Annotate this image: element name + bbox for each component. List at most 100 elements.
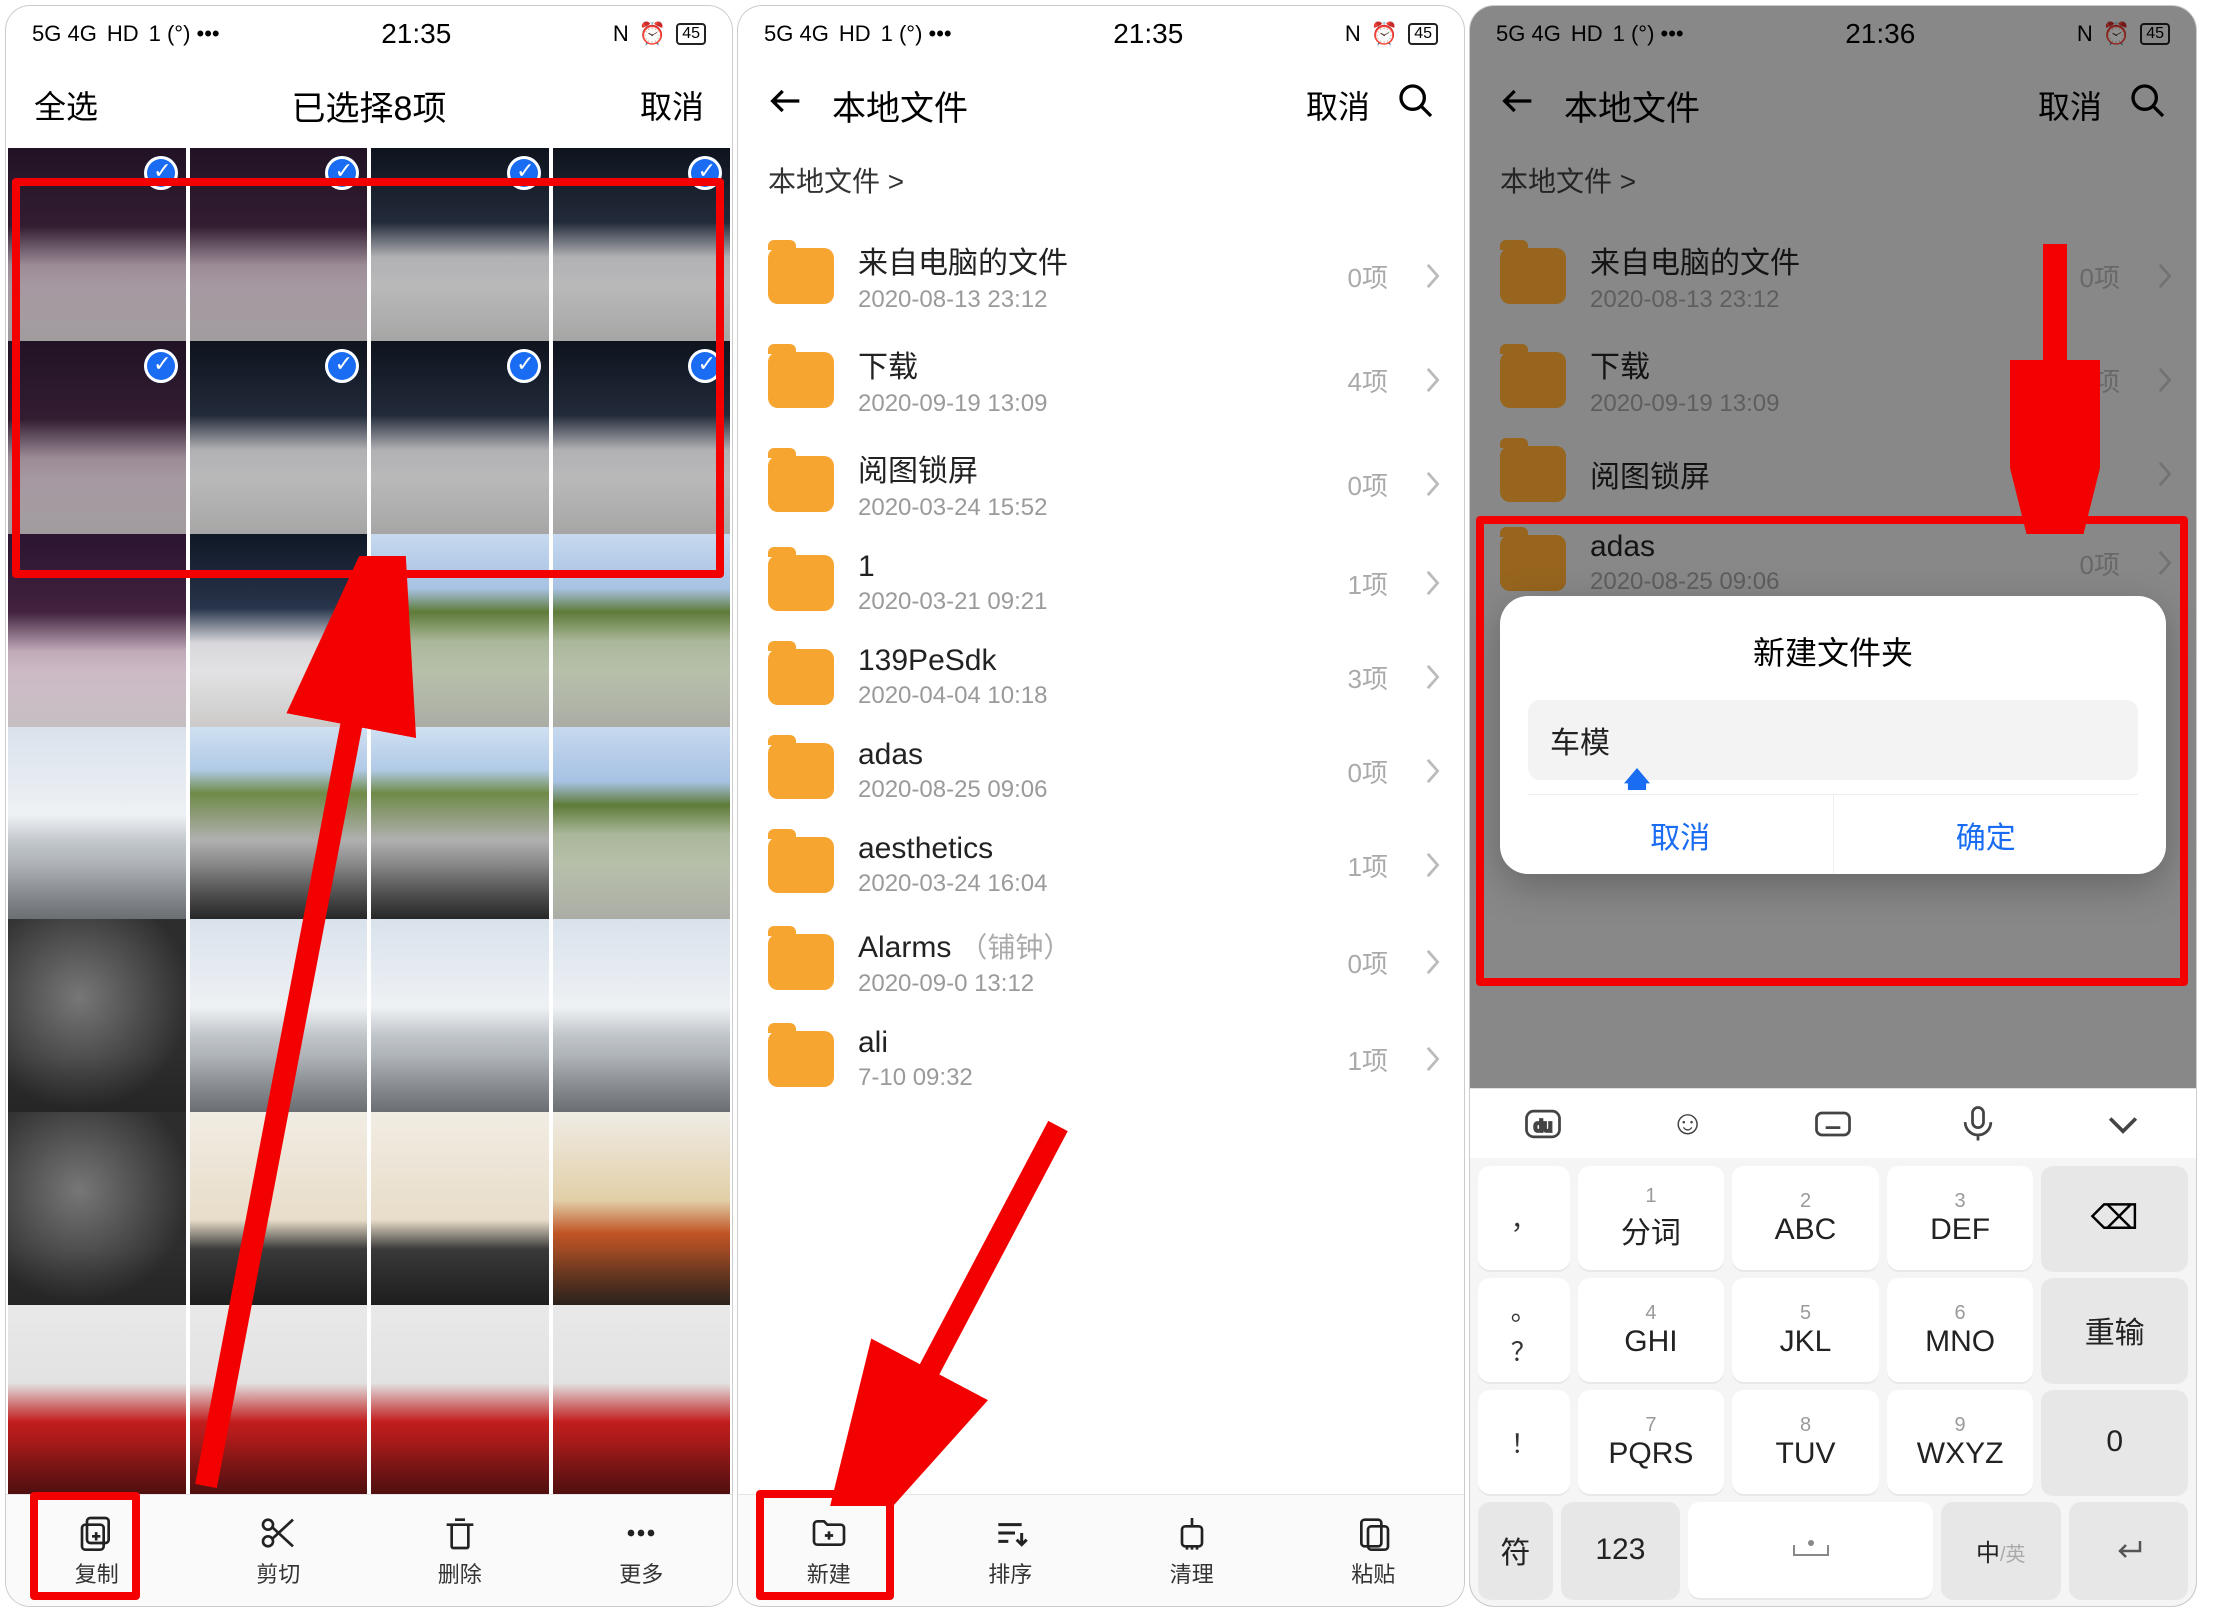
key-t9[interactable]: 7PQRS <box>1578 1390 1725 1494</box>
key-backspace[interactable]: ⌫ <box>2041 1166 2188 1270</box>
folder-date: 2020-03-21 09:21 <box>858 588 1324 616</box>
key-t9[interactable]: 3DEF <box>1887 1166 2034 1270</box>
delete-button[interactable]: 删除 <box>369 1495 551 1606</box>
nfc-icon: N <box>613 21 629 47</box>
photo-thumb[interactable] <box>553 919 731 1114</box>
photo-thumb[interactable] <box>371 1112 549 1307</box>
folder-icon <box>768 743 834 799</box>
dialog-ok-button[interactable]: 确定 <box>1834 794 2139 874</box>
clock: 21:35 <box>381 18 451 50</box>
photo-thumb[interactable] <box>8 727 186 922</box>
mic-icon[interactable] <box>1956 1102 2000 1146</box>
dialog-cancel-button[interactable]: 取消 <box>1528 794 1834 874</box>
folder-name: aesthetics <box>858 832 1324 866</box>
photo-thumb[interactable] <box>8 341 186 536</box>
cut-button[interactable]: 剪切 <box>188 1495 370 1606</box>
photo-thumb[interactable] <box>190 534 368 729</box>
photo-thumb[interactable] <box>553 148 731 343</box>
photo-thumb[interactable] <box>371 919 549 1114</box>
alarm-icon: ⏰ <box>1371 21 1398 47</box>
back-button[interactable] <box>766 81 806 129</box>
photo-thumb[interactable] <box>190 341 368 536</box>
item-count: 3项 <box>1348 659 1388 696</box>
search-button[interactable] <box>1396 81 1436 129</box>
photo-thumb[interactable] <box>553 534 731 729</box>
battery-icon: 45 <box>676 23 706 45</box>
key-reinput[interactable]: 重输 <box>2041 1278 2188 1382</box>
photo-thumb[interactable] <box>8 919 186 1114</box>
folder-row[interactable]: aesthetics 2020-03-24 16:04 1项 <box>738 818 1464 912</box>
folder-row[interactable]: 阅图锁屏 2020-03-24 15:52 0项 <box>738 432 1464 536</box>
photo-thumb[interactable] <box>8 148 186 343</box>
photo-thumb[interactable] <box>371 148 549 343</box>
folder-row[interactable]: Alarms（铺钟） 2020-09-0 13:12 0项 <box>738 912 1464 1012</box>
copy-button[interactable]: 复制 <box>6 1495 188 1606</box>
emoji-icon[interactable]: ☺ <box>1666 1102 1710 1146</box>
key-lang[interactable]: 中/英 <box>1941 1502 2060 1598</box>
key-punct[interactable]: ， <box>1478 1166 1570 1270</box>
folder-icon <box>768 934 834 990</box>
screen-files: 5G 4G HD 1 (°) ••• 21:35 N⏰45 本地文件 取消 本地… <box>738 6 1464 1606</box>
toolbar: 新建 排序 清理 粘贴 <box>738 1494 1464 1606</box>
photo-thumb[interactable] <box>371 1305 549 1494</box>
key-t9[interactable]: 6MNO <box>1887 1278 2034 1382</box>
photo-thumb[interactable] <box>371 341 549 536</box>
key-space[interactable] <box>1688 1502 1933 1598</box>
folder-date: 2020-03-24 16:04 <box>858 870 1324 898</box>
keyboard-icon[interactable] <box>1811 1102 1855 1146</box>
photo-thumb[interactable] <box>8 1112 186 1307</box>
cancel-button[interactable]: 取消 <box>1306 82 1370 128</box>
collapse-icon[interactable] <box>2101 1102 2145 1146</box>
key-t9[interactable]: 2ABC <box>1732 1166 1879 1270</box>
baidu-icon[interactable]: du <box>1521 1102 1565 1146</box>
folder-icon <box>768 352 834 408</box>
photo-thumb[interactable] <box>8 534 186 729</box>
select-all-button[interactable]: 全选 <box>34 82 98 128</box>
file-list: 来自电脑的文件 2020-08-13 23:12 0项 下载 2020-09-1… <box>738 224 1464 1494</box>
key-t9[interactable]: 9WXYZ <box>1887 1390 2034 1494</box>
more-button[interactable]: 更多 <box>551 1495 733 1606</box>
key-123[interactable]: 123 <box>1561 1502 1680 1598</box>
folder-row[interactable]: 139PeSdk 2020-04-04 10:18 3项 <box>738 630 1464 724</box>
folder-row[interactable]: 来自电脑的文件 2020-08-13 23:12 0项 <box>738 224 1464 328</box>
photo-thumb[interactable] <box>553 341 731 536</box>
photo-thumb[interactable] <box>190 1112 368 1307</box>
folder-row[interactable]: 1 2020-03-21 09:21 1项 <box>738 536 1464 630</box>
photo-thumb[interactable] <box>553 727 731 922</box>
photo-thumb[interactable] <box>553 1112 731 1307</box>
folder-row[interactable]: adas 2020-08-25 09:06 0项 <box>738 724 1464 818</box>
folder-name-input[interactable]: 车模 <box>1528 700 2138 780</box>
sort-button[interactable]: 排序 <box>920 1495 1102 1606</box>
photo-thumb[interactable] <box>190 919 368 1114</box>
folder-row[interactable]: 下载 2020-09-19 13:09 4项 <box>738 328 1464 432</box>
key-t9[interactable]: 4GHI <box>1578 1278 1725 1382</box>
photo-thumb[interactable] <box>190 1305 368 1494</box>
breadcrumb[interactable]: 本地文件 > <box>738 148 1464 224</box>
key-symbols[interactable]: 符 <box>1478 1502 1553 1598</box>
photo-thumb[interactable] <box>553 1305 731 1494</box>
new-folder-dialog: 新建文件夹 车模 取消 确定 <box>1500 596 2166 874</box>
cancel-button[interactable]: 取消 <box>640 82 704 128</box>
key-punct[interactable]: ！ <box>1478 1390 1570 1494</box>
folder-date: 2020-03-24 15:52 <box>858 494 1324 522</box>
item-count: 0项 <box>1348 466 1388 503</box>
item-count: 1项 <box>1348 1041 1388 1078</box>
paste-button[interactable]: 粘贴 <box>1283 1495 1465 1606</box>
new-button[interactable]: 新建 <box>738 1495 920 1606</box>
photo-thumb[interactable] <box>371 727 549 922</box>
key-enter[interactable] <box>2069 1502 2188 1598</box>
key-t9[interactable]: 8TUV <box>1732 1390 1879 1494</box>
key-t9[interactable]: 5JKL <box>1732 1278 1879 1382</box>
folder-row[interactable]: ali 7-10 09:32 1项 <box>738 1012 1464 1106</box>
photo-thumb[interactable] <box>190 148 368 343</box>
folder-icon <box>768 456 834 512</box>
screen-gallery: 5G 4G HD 1 (°) ••• 21:35 N ⏰ 45 全选 已选择8项… <box>6 6 732 1606</box>
key-zero[interactable]: 0 <box>2041 1390 2188 1494</box>
clean-button[interactable]: 清理 <box>1101 1495 1283 1606</box>
key-t9[interactable]: 1分词 <box>1578 1166 1725 1270</box>
photo-thumb[interactable] <box>190 727 368 922</box>
item-count: 0项 <box>1348 944 1388 981</box>
photo-thumb[interactable] <box>8 1305 186 1494</box>
photo-thumb[interactable] <box>371 534 549 729</box>
key-punct[interactable]: 。？ <box>1478 1278 1570 1382</box>
